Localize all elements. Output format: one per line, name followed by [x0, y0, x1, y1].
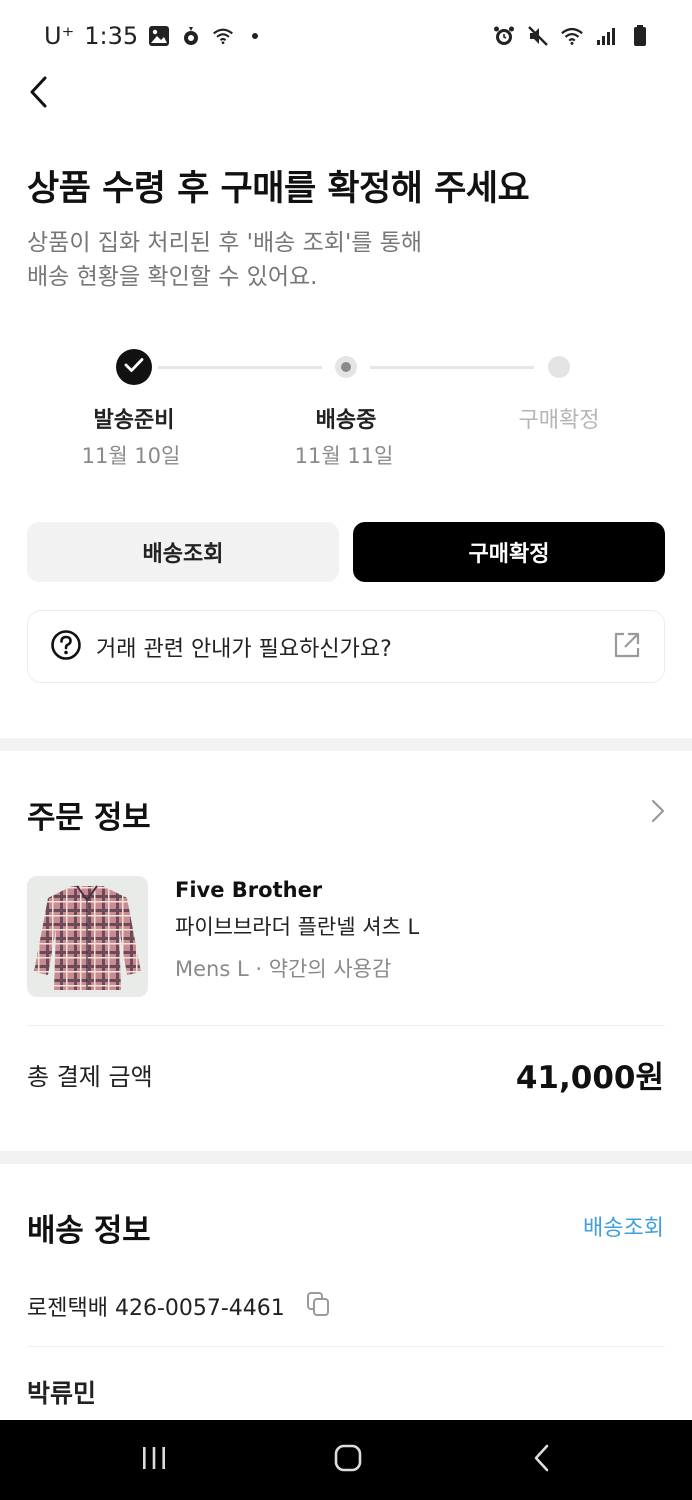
status-left: U⁺ 1:35 [44, 22, 266, 50]
section-divider [0, 1151, 692, 1164]
tracking-number: 로젠택배 426-0057-4461 [27, 1296, 285, 1321]
step-connector [158, 366, 322, 369]
step-date: 11월 10일 [81, 444, 181, 468]
product-option: Mens L · 약간의 사용감 [175, 957, 392, 981]
home-button[interactable] [328, 1442, 368, 1478]
question-circle-icon [50, 629, 82, 665]
divider [27, 1025, 665, 1026]
step-date: 11월 11일 [294, 444, 394, 468]
status-right [492, 24, 652, 48]
wifi-call-icon [212, 25, 234, 47]
total-payment-value: 41,000원 [515, 1060, 664, 1096]
page-subtitle: 상품이 집화 처리된 후 '배송 조회'를 통해 배송 현황을 확인할 수 있어… [27, 230, 423, 290]
recipient-name: 박류민 [27, 1379, 97, 1408]
step-current-indicator [335, 356, 357, 378]
back-icon [533, 1443, 551, 1477]
back-button[interactable] [20, 74, 56, 114]
section-divider [0, 738, 692, 751]
shipping-info-title: 배송 정보 [27, 1213, 151, 1249]
product-brand: Five Brother [175, 878, 323, 902]
product-name: 파이브브라더 플란넬 셔츠 L [175, 915, 420, 939]
chevron-left-icon [27, 75, 49, 113]
current-dot [341, 362, 351, 372]
check-icon [124, 357, 144, 377]
step-label: 발송준비 [93, 408, 175, 433]
confirm-purchase-button[interactable]: 구매확정 [353, 522, 665, 582]
step-done-indicator [116, 349, 152, 385]
step-label: 배송중 [315, 408, 377, 433]
alarm-icon [492, 24, 516, 48]
page-title: 상품 수령 후 구매를 확정해 주세요 [27, 169, 530, 209]
order-detail-button[interactable] [648, 798, 668, 828]
delivery-stepper: 발송준비 배송중 구매확정 11월 10일 11월 11일 [0, 340, 692, 480]
step-label: 구매확정 [518, 408, 600, 433]
order-info-title: 주문 정보 [27, 800, 151, 836]
gallery-icon [148, 25, 170, 47]
step-pending-indicator [548, 356, 570, 378]
system-nav-bar [0, 1420, 692, 1500]
status-bar: U⁺ 1:35 [0, 0, 692, 76]
battery-icon [628, 24, 652, 48]
status-time: 1:35 [84, 22, 139, 50]
tomato-icon [180, 25, 202, 47]
product-thumbnail[interactable] [27, 876, 148, 997]
wifi-icon [560, 24, 584, 48]
system-back-button[interactable] [522, 1442, 562, 1478]
chevron-right-icon [651, 799, 665, 827]
recents-icon [140, 1445, 168, 1475]
guide-text: 거래 관련 안내가 필요하신가요? [96, 636, 392, 662]
copy-icon[interactable] [305, 1290, 331, 1318]
track-delivery-link[interactable]: 배송조회 [583, 1210, 664, 1242]
track-delivery-button[interactable]: 배송조회 [27, 522, 339, 582]
external-link-icon [612, 630, 642, 664]
home-icon [333, 1443, 363, 1477]
divider [27, 1346, 665, 1347]
recents-button[interactable] [134, 1442, 174, 1478]
transaction-guide-link[interactable]: 거래 관련 안내가 필요하신가요? [27, 610, 665, 683]
mute-icon [526, 24, 550, 48]
total-payment-label: 총 결제 금액 [27, 1063, 153, 1091]
carrier-label: U⁺ [44, 22, 75, 50]
signal-icon [594, 24, 618, 48]
step-connector [370, 366, 534, 369]
dot-icon [244, 25, 266, 47]
